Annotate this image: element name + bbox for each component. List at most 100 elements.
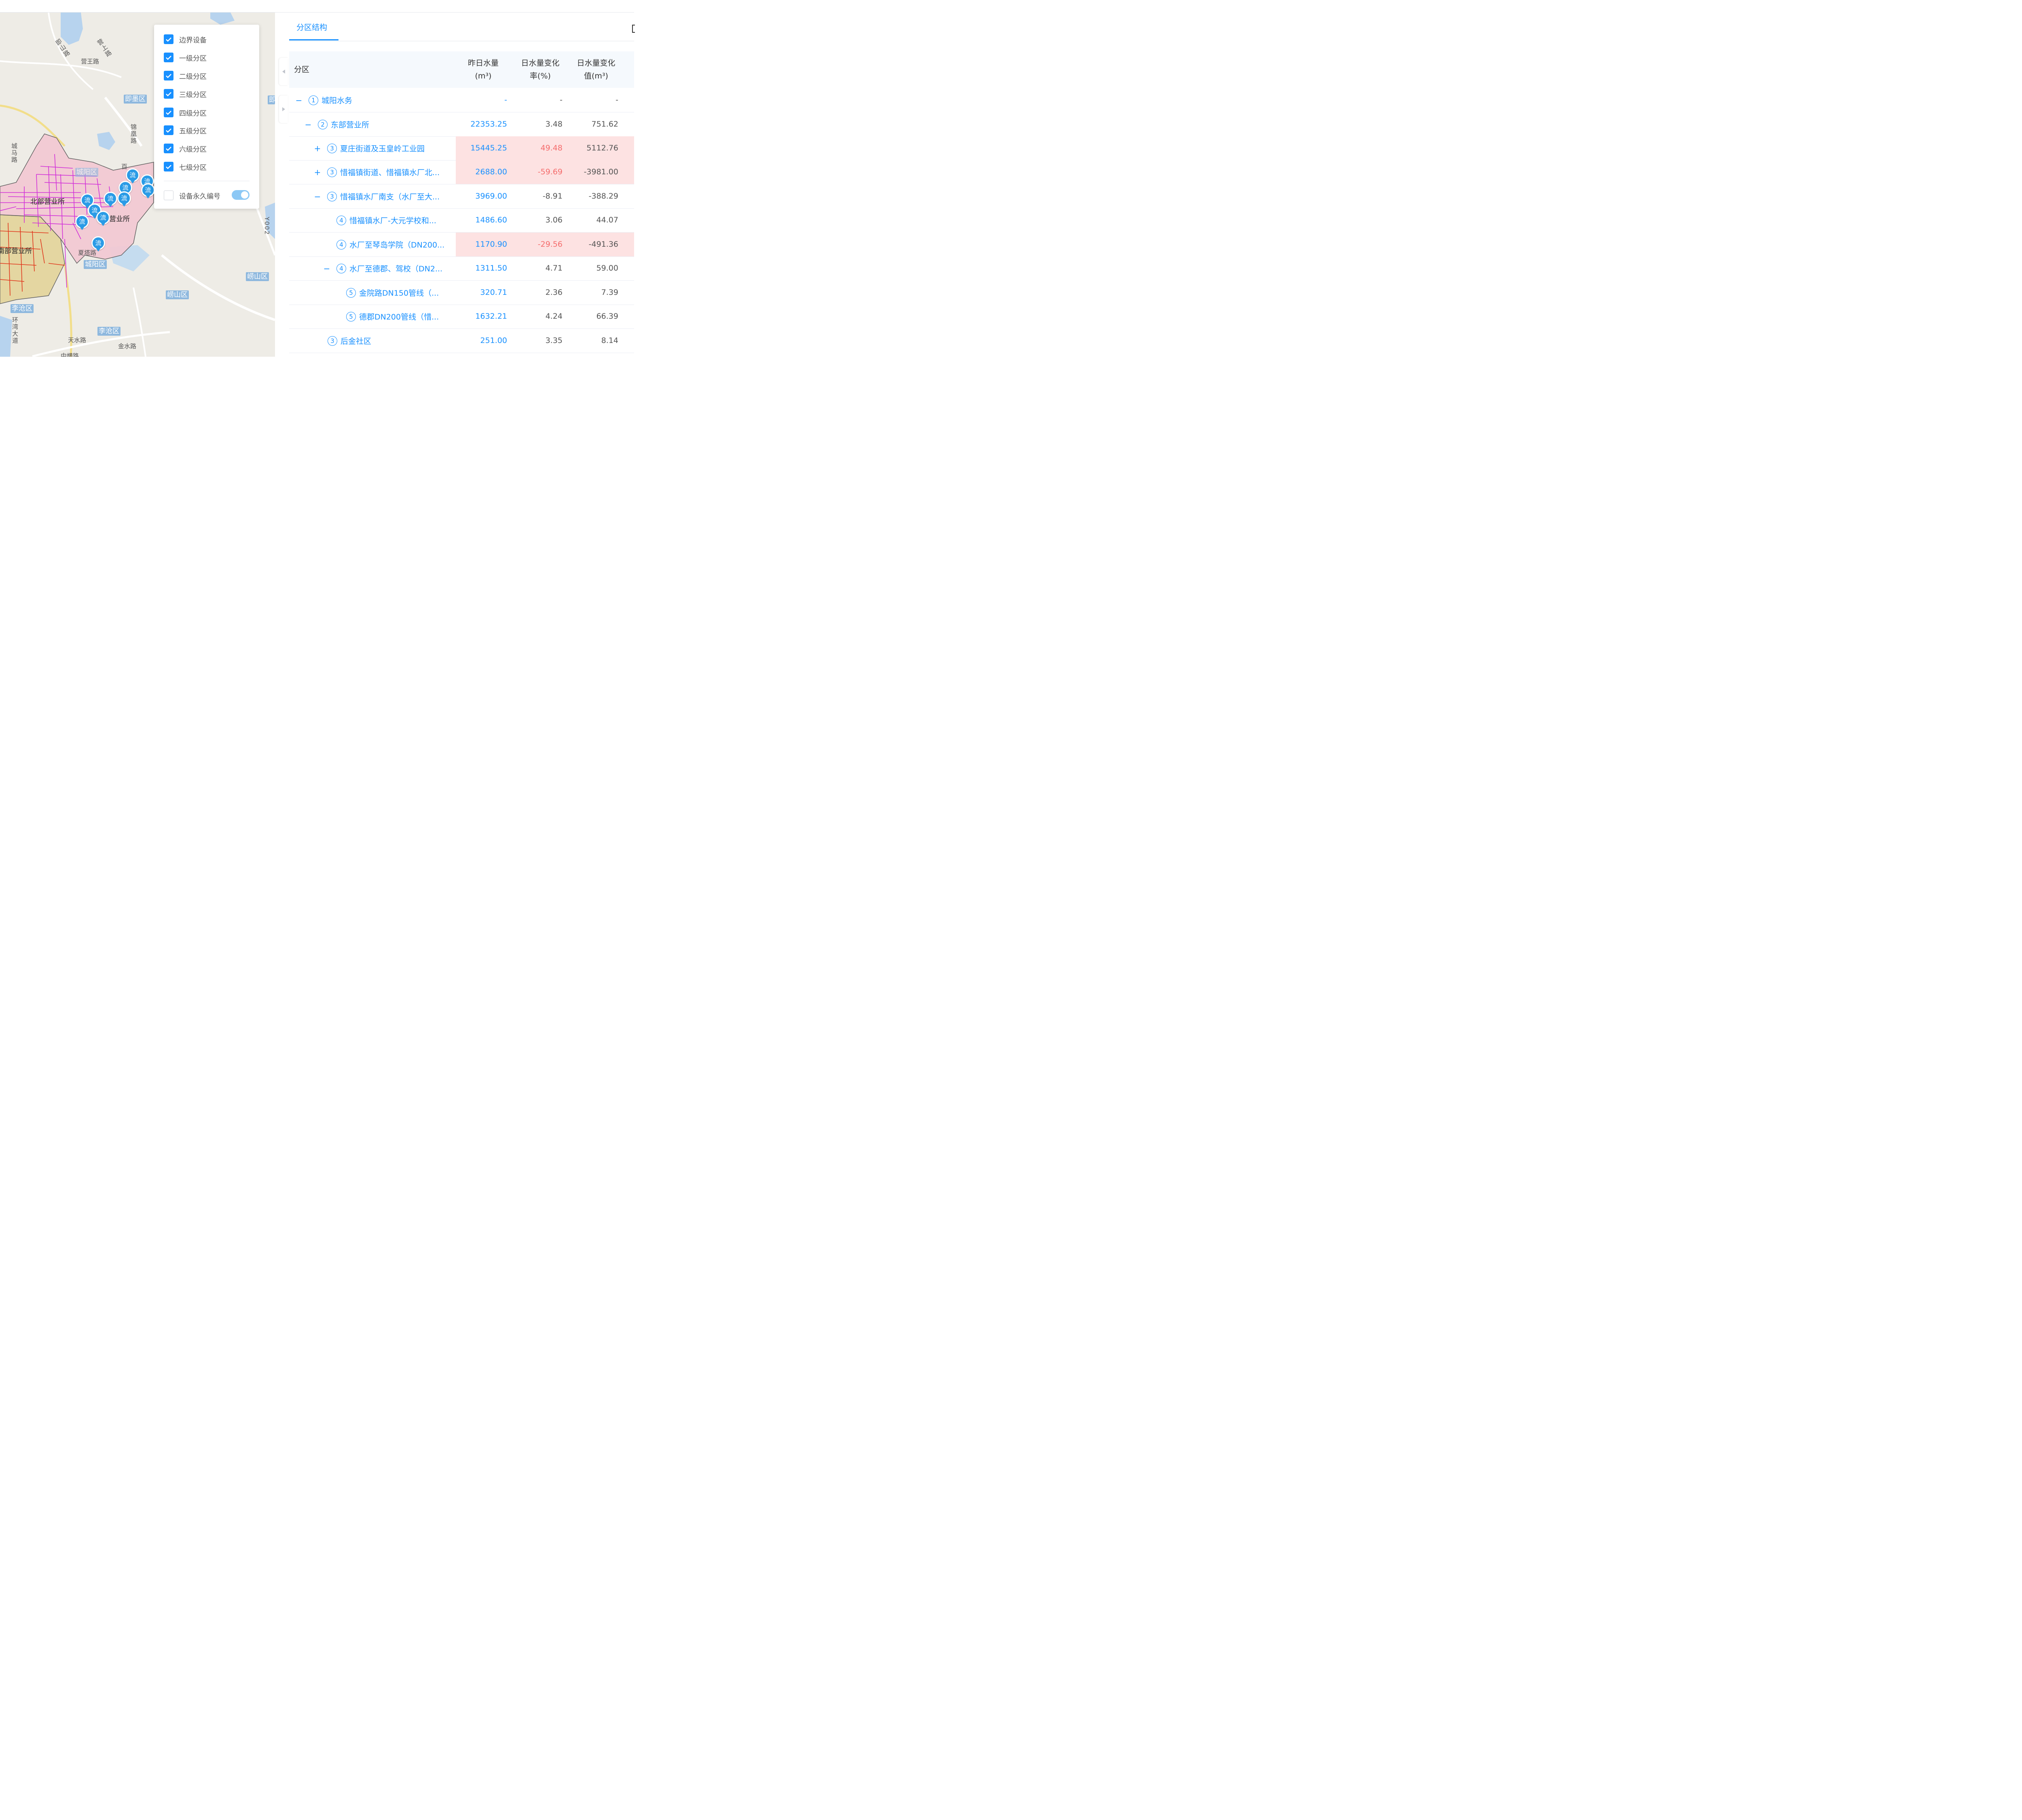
change-value: 751.62 [591, 120, 618, 129]
district-badge: 城阳区 [84, 260, 107, 269]
table-row[interactable]: 4 水厂至琴岛学院（DN200... 1170.90 -29.56 -491.36 [289, 233, 634, 257]
table-row[interactable]: 5 金院路DN150管线（... 320.71 2.36 7.39 [289, 281, 634, 305]
layer-level7-zone[interactable]: 七级分区 [164, 161, 207, 172]
table-row[interactable]: 5 德郡DN200管线（惜... 1632.21 4.24 66.39 [289, 305, 634, 329]
checkbox-unchecked-icon[interactable] [164, 190, 173, 200]
yesterday-volume: 22353.25 [470, 120, 507, 129]
zone-name[interactable]: 水厂至德郡、驾校（DN2... [349, 263, 442, 274]
tab-zone-structure[interactable]: 分区结构 [296, 21, 327, 32]
change-rate: 3.35 [545, 336, 563, 345]
change-value: 7.39 [601, 288, 618, 297]
district-badge: 崂山区 [246, 272, 269, 281]
toggle-knob [241, 191, 248, 199]
collapse-icon[interactable]: − [304, 120, 312, 129]
collapse-icon[interactable]: − [313, 192, 321, 201]
change-rate: -29.56 [537, 240, 563, 249]
yesterday-volume: 320.71 [480, 288, 507, 297]
change-value: 59.00 [596, 264, 618, 273]
level-badge: 3 [327, 191, 337, 201]
change-rate: 4.24 [545, 312, 563, 321]
collapse-left-button[interactable] [279, 58, 288, 85]
collapse-icon[interactable]: − [323, 264, 331, 273]
level-badge: 4 [336, 239, 346, 250]
expand-right-button[interactable] [279, 95, 288, 123]
zone-name[interactable]: 惜福镇水厂-大元学校和... [349, 215, 436, 226]
table-row[interactable]: 4 惜福镇水厂-大元学校和... 1486.60 3.06 44.07 [289, 208, 634, 233]
yesterday-volume: 3969.00 [475, 192, 507, 201]
zone-name[interactable]: 惜福镇水厂南支（水厂至大... [340, 191, 440, 202]
layer-control-panel: 边界设备 一级分区 二级分区 三级分区 四级分区 五级分区 六级分区 七级分区 … [154, 25, 259, 209]
district-badge: 李沧区 [97, 327, 121, 336]
yesterday-volume: 1311.50 [475, 264, 507, 273]
layer-level6-zone[interactable]: 六级分区 [164, 143, 207, 154]
change-value: 5112.76 [586, 144, 618, 152]
checkbox-checked-icon[interactable] [164, 89, 173, 99]
layer-level1-zone[interactable]: 一级分区 [164, 52, 207, 63]
column-header-yesterday: 昨日水量 (m³) [459, 57, 508, 83]
flow-meter-marker[interactable]: 流 [126, 168, 140, 184]
header-line: 昨日水量 [467, 59, 499, 68]
road-label: 环湾大道 [11, 317, 19, 344]
layer-label: 设备永久编号 [179, 192, 220, 201]
change-rate: -8.91 [542, 192, 563, 201]
table-row[interactable]: −3 惜福镇水厂南支（水厂至大... 3969.00 -8.91 -388.29 [289, 184, 634, 209]
level-badge: 3 [327, 167, 337, 177]
checkbox-checked-icon[interactable] [164, 108, 173, 117]
layer-boundary-device[interactable]: 边界设备 [164, 34, 207, 44]
zone-name[interactable]: 东部营业所 [331, 119, 369, 130]
flow-meter-marker[interactable]: 流 [91, 236, 105, 252]
level-badge: 2 [318, 119, 328, 129]
checkbox-checked-icon[interactable] [164, 34, 173, 44]
collapse-icon[interactable]: − [295, 95, 303, 105]
more-icon[interactable] [632, 25, 635, 33]
district-badge: 李沧区 [11, 304, 34, 313]
expand-icon[interactable]: + [313, 144, 321, 153]
zone-name[interactable]: 德郡DN200管线（惜... [359, 311, 439, 322]
layer-permanent-id[interactable]: 设备永久编号 [164, 190, 220, 201]
table-row[interactable]: 3 后金社区 251.00 3.35 8.14 [289, 329, 634, 353]
table-row[interactable]: −1 城阳水务 - - - [289, 88, 634, 112]
change-value: 66.39 [596, 312, 618, 321]
yesterday-volume: 2688.00 [475, 167, 507, 176]
zone-name[interactable]: 后金社区 [341, 335, 371, 346]
level-badge: 5 [346, 311, 356, 322]
layer-level2-zone[interactable]: 二级分区 [164, 70, 207, 81]
checkbox-checked-icon[interactable] [164, 144, 173, 153]
layer-label: 六级分区 [179, 145, 207, 154]
road-label: 锦凰路 [130, 124, 137, 144]
expand-icon[interactable]: + [313, 167, 321, 177]
flow-meter-marker[interactable]: 流 [75, 215, 89, 230]
layer-level5-zone[interactable]: 五级分区 [164, 125, 207, 135]
flow-meter-marker[interactable]: 流 [141, 183, 155, 199]
layer-label: 一级分区 [179, 54, 207, 63]
flow-meter-marker[interactable]: 流 [117, 191, 131, 207]
layer-label: 二级分区 [179, 72, 207, 81]
level-badge: 3 [328, 336, 337, 346]
zone-name[interactable]: 夏庄街道及玉皇岭工业园 [340, 143, 425, 154]
header-line: 值(m³) [584, 72, 608, 80]
table-row[interactable]: +3 惜福镇街道、惜福镇水厂北... 2688.00 -59.69 -3981.0… [289, 160, 634, 184]
table-row[interactable]: +3 夏庄街道及玉皇岭工业园 15445.25 49.48 5112.76 [289, 136, 634, 161]
layer-level4-zone[interactable]: 四级分区 [164, 107, 207, 118]
flow-meter-marker[interactable]: 流 [104, 192, 117, 207]
yesterday-volume: 1486.60 [475, 216, 507, 224]
table-row[interactable]: −2 东部营业所 22353.25 3.48 751.62 [289, 112, 634, 137]
road-label: 天水路 [68, 336, 87, 344]
checkbox-checked-icon[interactable] [164, 71, 173, 80]
checkbox-checked-icon[interactable] [164, 125, 173, 135]
flow-meter-marker[interactable]: 流 [96, 211, 110, 226]
table-row[interactable]: −4 水厂至德郡、驾校（DN2... 1311.50 4.71 59.00 [289, 256, 634, 281]
permanent-id-toggle[interactable] [232, 190, 250, 200]
zone-name[interactable]: 城阳水务 [321, 95, 352, 106]
checkbox-checked-icon[interactable] [164, 53, 173, 62]
header-line: 日水量变化 [577, 59, 615, 68]
layer-level3-zone[interactable]: 三级分区 [164, 89, 207, 99]
level-badge: 3 [327, 143, 337, 153]
zone-name[interactable]: 惜福镇街道、惜福镇水厂北... [340, 167, 440, 178]
change-rate: 4.71 [545, 264, 563, 273]
checkbox-checked-icon[interactable] [164, 162, 173, 171]
zone-name[interactable]: 金院路DN150管线（... [359, 287, 439, 298]
zone-name[interactable]: 水厂至琴岛学院（DN200... [349, 239, 444, 250]
tab-bar: 分区结构 [289, 13, 634, 41]
column-header-value: 日水量变化 值(m³) [571, 57, 622, 83]
